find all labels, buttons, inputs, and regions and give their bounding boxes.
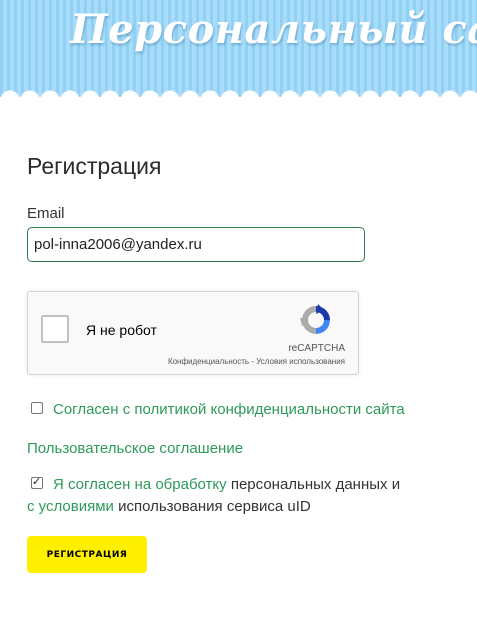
site-title: Персональный сайт xyxy=(70,6,477,53)
consent-processing-link[interactable]: Я согласен на обработку xyxy=(53,476,227,493)
recaptcha-privacy-link[interactable]: Конфиденциальность xyxy=(168,357,249,366)
recaptcha-checkbox[interactable] xyxy=(41,315,69,343)
user-agreement-link[interactable]: Пользовательское соглашение xyxy=(27,440,243,457)
consent-line-1: Я согласен на обработку персональных дан… xyxy=(53,476,400,493)
register-button[interactable]: РЕГИСТРАЦИЯ xyxy=(27,536,147,573)
recaptcha-widget: Я не робот reCAPTCHA Конфиденциальность … xyxy=(27,291,359,375)
recaptcha-links: Конфиденциальность - Условия использован… xyxy=(168,357,345,366)
recaptcha-label: Я не робот xyxy=(86,322,157,338)
page-title: Регистрация xyxy=(27,153,162,179)
consent-terms-link[interactable]: с условиями xyxy=(27,498,114,515)
consent-text-2: использования сервиса uID xyxy=(113,498,311,515)
recaptcha-terms-link[interactable]: Условия использования xyxy=(256,357,345,366)
consent-checkbox[interactable] xyxy=(31,475,43,489)
header-scallop-base xyxy=(0,97,477,100)
email-label: Email xyxy=(27,205,65,222)
recaptcha-logo-icon xyxy=(300,304,330,334)
site-header: Персональный сайт xyxy=(0,0,477,100)
email-field[interactable] xyxy=(27,227,365,262)
consent-line-2: с условиями использования сервиса uID xyxy=(27,498,311,515)
consent-text-1: персональных данных и xyxy=(226,476,401,493)
privacy-policy-label[interactable]: Согласен с политикой конфиденциальности … xyxy=(53,401,405,418)
privacy-policy-checkbox[interactable] xyxy=(31,402,43,414)
recaptcha-brand: reCAPTCHA xyxy=(288,343,345,354)
